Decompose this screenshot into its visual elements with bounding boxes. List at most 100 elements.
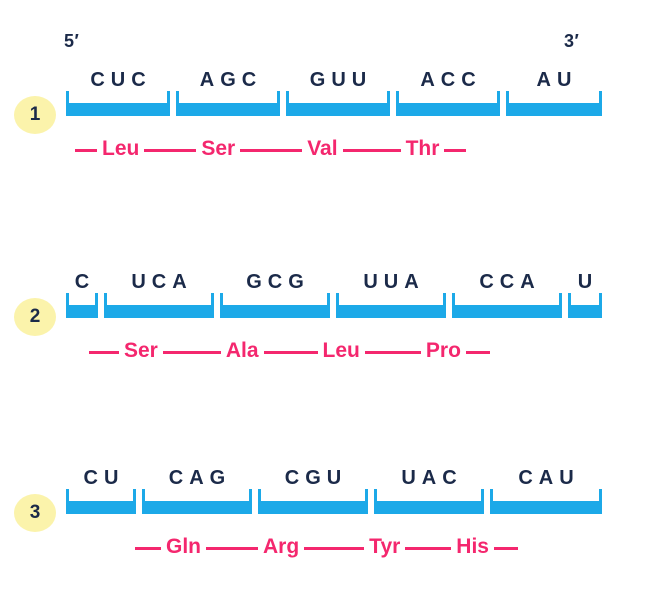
nucleotide-base: U (131, 271, 146, 293)
nucleotide-base: A (536, 69, 551, 91)
codon-group: AU (506, 60, 602, 118)
frame-number-label: 2 (29, 305, 41, 327)
nucleotide-base: A (199, 69, 215, 91)
nucleotide-base: A (421, 467, 437, 489)
amino-acid-label: Gln (166, 535, 201, 558)
nucleotide-base: G (309, 69, 326, 91)
nucleotide-base: A (520, 271, 535, 293)
nucleotide-base: U (559, 467, 574, 489)
codon-bar (66, 501, 136, 514)
nucleotide-base: G (209, 467, 226, 489)
amino-acid-label: His (456, 535, 489, 558)
codon-bar (490, 501, 602, 514)
nucleotide-base: A (420, 69, 435, 91)
reading-frame-row: 2 C U C A G C G U U A C C A U Ser Ala Leu Pro (0, 262, 650, 382)
codon-bar (258, 501, 368, 514)
nucleotide-base: U (557, 69, 572, 91)
codon-bases: C (66, 262, 98, 292)
nucleotide-base: C (90, 69, 105, 91)
frame-number-badge: 3 (14, 494, 56, 532)
nucleotide-base: C (461, 69, 476, 91)
codon-bracket (104, 293, 214, 318)
nucleotide-base: U (363, 271, 378, 293)
codon-group: CGU (258, 458, 368, 516)
nucleotide-base: U (326, 467, 342, 489)
codon-bracket (142, 489, 252, 514)
codon-bases: GCG (220, 262, 330, 292)
peptide-bond-line (135, 546, 161, 550)
amino-acid-label: Ser (201, 137, 236, 160)
codon-bar (176, 103, 280, 116)
codon-bar (286, 103, 390, 116)
codon-bases: CAG (142, 458, 252, 488)
codon-bases: AU (506, 60, 602, 90)
codon-bracket (258, 489, 368, 514)
peptide-bond-line (493, 546, 518, 550)
codon-group: CAU (490, 458, 602, 516)
peptide-bond-line (465, 350, 490, 354)
nucleotide-base: C (241, 69, 257, 91)
amino-acid-label: Val (307, 137, 338, 160)
nucleotide-base: U (351, 69, 367, 91)
nucleotide-base: A (538, 467, 554, 489)
five-prime-label: 5′ (64, 31, 80, 51)
nucleotide-base: G (305, 467, 321, 489)
codon-group: AGC (176, 60, 280, 118)
peptide-bond-line (144, 148, 197, 152)
nucleotide-base: C (284, 467, 300, 489)
codon-bar (336, 305, 446, 318)
amino-acid-label: Leu (102, 137, 140, 160)
codon-strip: CUCAGCGUUACCAU (66, 60, 602, 120)
reading-frame-row: 3 C U C A G C G U U A C C A U Gln Arg Tyr His (0, 458, 650, 578)
nucleotide-base: C (83, 467, 98, 489)
peptide-bond-line (444, 148, 467, 152)
amino-acid-label: Arg (263, 535, 300, 558)
mrna-reading-frames-figure: 5′ 3′ 1 C U C A G C G U U A C C A U Leu Ser Val Thr 2 C U C A G C… (0, 0, 650, 594)
codon-bases: CAU (490, 458, 602, 488)
codon-bar (142, 501, 252, 514)
codon-group: C (66, 262, 98, 320)
frame-number-badge: 1 (14, 96, 56, 134)
codon-group: CUC (66, 60, 170, 118)
peptide-bond-line (405, 546, 452, 550)
nucleotide-base: U (401, 467, 416, 489)
codon-bracket (568, 293, 602, 318)
codon-bases: AGC (176, 60, 280, 90)
peptide-bond-line (162, 350, 221, 354)
amino-acid-label: Ser (124, 339, 158, 362)
codon-group: GUU (286, 60, 390, 118)
frame-number-badge: 2 (14, 298, 56, 336)
amino-acid-chain: Gln Arg Tyr His (132, 530, 521, 564)
codon-bases: GUU (286, 60, 390, 90)
codon-bar (452, 305, 562, 318)
amino-acid-label: Pro (425, 339, 461, 362)
codon-bracket (66, 91, 170, 116)
codon-bracket (336, 293, 446, 318)
nucleotide-base: G (220, 69, 236, 91)
codon-bracket (286, 91, 390, 116)
codon-group: CAG (142, 458, 252, 516)
codon-group: CCA (452, 262, 562, 320)
codon-group: CU (66, 458, 136, 516)
codon-bar (568, 305, 602, 318)
nucleotide-base: U (110, 69, 126, 91)
codon-bracket (506, 91, 602, 116)
nucleotide-base: U (331, 69, 346, 91)
peptide-bond-line (89, 350, 119, 354)
reading-frame-row: 1 C U C A G C G U U A C C A U Leu Ser Val Thr (0, 60, 650, 180)
codon-group: UAC (374, 458, 484, 516)
codon-bases: UCA (104, 262, 214, 292)
codon-bracket (66, 293, 98, 318)
nucleotide-base: C (518, 467, 533, 489)
codon-group: U (568, 262, 602, 320)
nucleotide-base: C (499, 271, 515, 293)
codon-bracket (66, 489, 136, 514)
codon-bracket (176, 91, 280, 116)
nucleotide-base: C (151, 271, 167, 293)
three-prime-label: 3′ (564, 31, 580, 51)
amino-acid-label: Tyr (369, 535, 401, 558)
nucleotide-base: G (246, 271, 262, 293)
codon-bar (220, 305, 330, 318)
codon-bracket (396, 91, 500, 116)
codon-strip: CUCAGCGUUACCAU (66, 262, 602, 322)
